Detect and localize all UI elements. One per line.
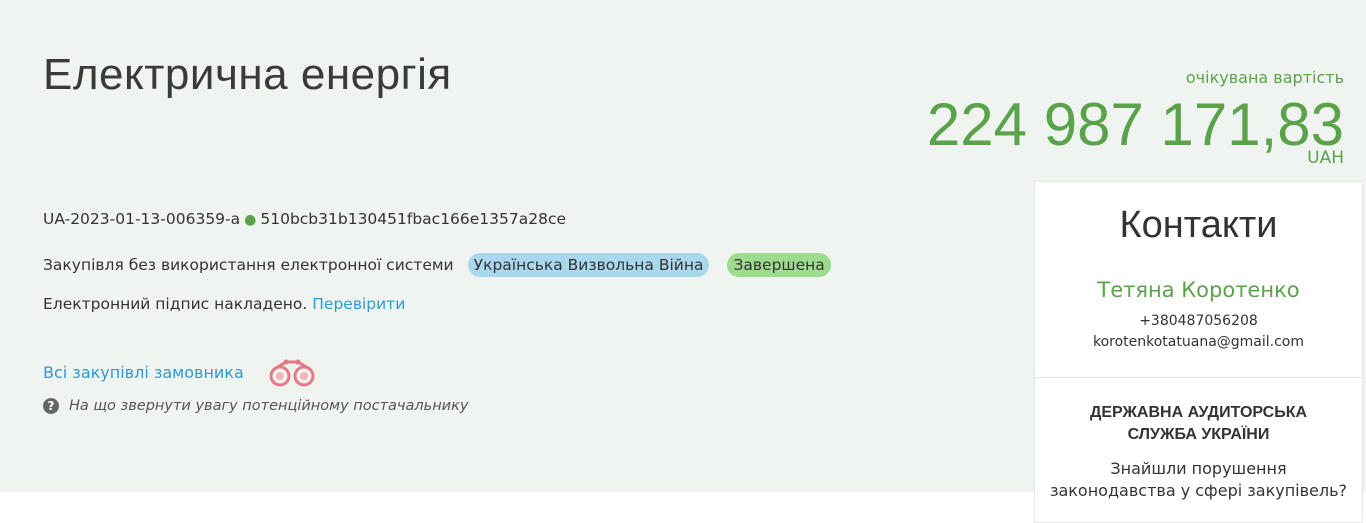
- all-purchases-link[interactable]: Всі закупівлі замовника: [43, 363, 244, 382]
- contacts-panel: Контакти Тетяна Коротенко +380487056208 …: [1034, 181, 1363, 523]
- all-purchases-row: Всі закупівлі замовника: [43, 356, 318, 388]
- contact-email[interactable]: korotenkotatuana@gmail.com: [1035, 334, 1362, 350]
- audit-text-line-2: законодавства у сфері закупівель?: [1049, 481, 1348, 500]
- contact-name: Тетяна Коротенко: [1097, 278, 1300, 302]
- tender-hash: 510bcb31b130451fbac166e1357a28ce: [260, 210, 567, 228]
- audit-title-line-2: СЛУЖБА УКРАЇНИ: [1127, 426, 1270, 443]
- supplier-hint[interactable]: ? На що звернути увагу потенційному пост…: [43, 398, 468, 414]
- audit-report-prompt[interactable]: Знайшли порушення законодавства у сфері …: [1035, 458, 1362, 502]
- status-badge: Завершена: [727, 253, 831, 277]
- expected-cost-label: очікувана вартість: [1185, 68, 1344, 87]
- expected-cost-value: 224 987 171,83: [926, 91, 1344, 158]
- signature-text: Електронний підпис накладено.: [43, 295, 308, 313]
- tender-id-line: UA-2023-01-13-006359-a ● 510bcb31b130451fb…: [43, 210, 566, 228]
- question-circle-icon: ?: [43, 398, 59, 414]
- separator-dot-icon: ●: [244, 212, 257, 228]
- audit-title-line-1: ДЕРЖАВНА АУДИТОРСЬКА: [1089, 404, 1308, 421]
- contact-phone[interactable]: +380487056208: [1035, 313, 1362, 329]
- procedure-type: Закупівля без використання електронної с…: [43, 256, 454, 274]
- war-badge: Українська Визвольна Війна: [467, 253, 710, 277]
- tender-id: UA-2023-01-13-006359-a: [43, 210, 241, 228]
- currency-label: UAH: [1307, 148, 1344, 168]
- page-title: Електрична енергія: [43, 50, 452, 99]
- panel-divider: [1035, 377, 1362, 378]
- procedure-line: Закупівля без використання електронної с…: [43, 253, 831, 277]
- contacts-title: Контакти: [1119, 204, 1278, 246]
- binoculars-icon[interactable]: [266, 356, 318, 388]
- signature-line: Електронний підпис накладено. Перевірити: [43, 295, 405, 313]
- audit-text-line-1: Знайшли порушення: [1110, 459, 1287, 478]
- supplier-hint-text: На що звернути увагу потенційному постач…: [69, 398, 469, 414]
- verify-signature-link[interactable]: Перевірити: [312, 295, 405, 313]
- audit-service-title: ДЕРЖАВНА АУДИТОРСЬКА СЛУЖБА УКРАЇНИ: [1035, 402, 1362, 446]
